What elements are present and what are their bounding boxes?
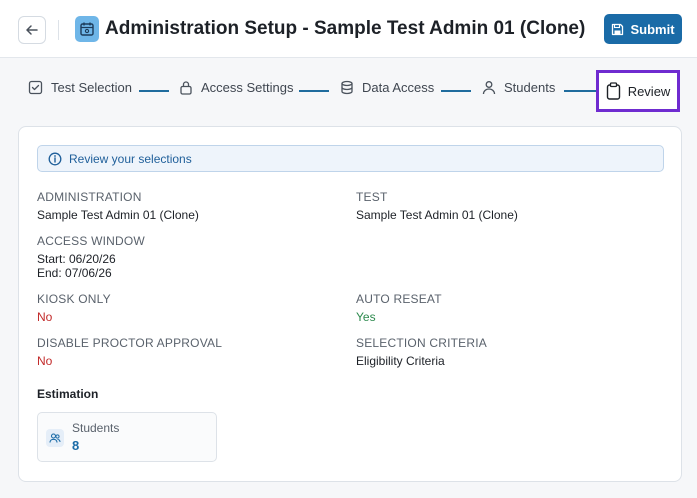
app-frame: Administration Setup - Sample Test Admin… [0,0,697,498]
calendar-icon [75,16,99,42]
users-icon [46,429,64,447]
access-end: End: 07/06/26 [37,266,112,280]
header-bar: Administration Setup - Sample Test Admin… [0,0,697,58]
step-review[interactable]: Review [596,70,680,112]
review-card: Review your selections ADMINISTRATION Sa… [18,126,682,482]
submit-label: Submit [630,21,675,37]
administration-value: Sample Test Admin 01 (Clone) [37,208,199,222]
access-start: Start: 06/20/26 [37,252,116,266]
students-estimate-card: Students 8 [37,412,217,462]
page-title: Administration Setup - Sample Test Admin… [105,18,586,39]
step-data-access[interactable]: Data Access [340,80,434,95]
info-banner: Review your selections [37,145,664,172]
estimation-title: Estimation [37,387,99,401]
database-icon [341,80,353,95]
step-test-selection[interactable]: Test Selection [28,80,132,95]
selection-criteria-label: SELECTION CRITERIA [356,336,487,350]
test-label: TEST [356,190,388,204]
step-label: Access Settings [201,80,294,95]
arrow-left-icon [26,25,38,35]
checkbox-icon [28,80,43,95]
submit-button[interactable]: Submit [604,14,682,44]
students-count: 8 [72,438,80,453]
kiosk-label: KIOSK ONLY [37,292,111,306]
step-students[interactable]: Students [482,80,555,95]
students-label: Students [72,421,120,435]
step-connector [441,90,471,92]
test-value: Sample Test Admin 01 (Clone) [356,208,518,222]
back-button[interactable] [18,16,46,44]
lock-icon [180,81,192,95]
auto-reseat-value: Yes [356,310,376,324]
stepper: Test Selection Access Settings Data Acce… [0,70,697,112]
header-divider [58,20,59,40]
step-connector [139,90,169,92]
auto-reseat-label: AUTO RESEAT [356,292,442,306]
info-icon [48,152,62,165]
access-window-label: ACCESS WINDOW [37,234,145,248]
save-icon [612,23,624,35]
step-label: Test Selection [51,80,132,95]
step-connector [299,90,329,92]
selection-criteria-value: Eligibility Criteria [356,354,445,368]
disable-proctor-label: DISABLE PROCTOR APPROVAL [37,336,223,350]
step-label: Data Access [362,80,435,95]
step-access-settings[interactable]: Access Settings [179,80,294,95]
kiosk-value: No [37,310,53,324]
clipboard-icon [606,82,620,100]
info-text: Review your selections [69,151,192,166]
step-label: Students [504,80,556,95]
step-label: Review [627,83,671,99]
disable-proctor-value: No [37,354,53,368]
step-connector [564,90,596,92]
administration-label: ADMINISTRATION [37,190,142,204]
user-icon [482,81,496,95]
